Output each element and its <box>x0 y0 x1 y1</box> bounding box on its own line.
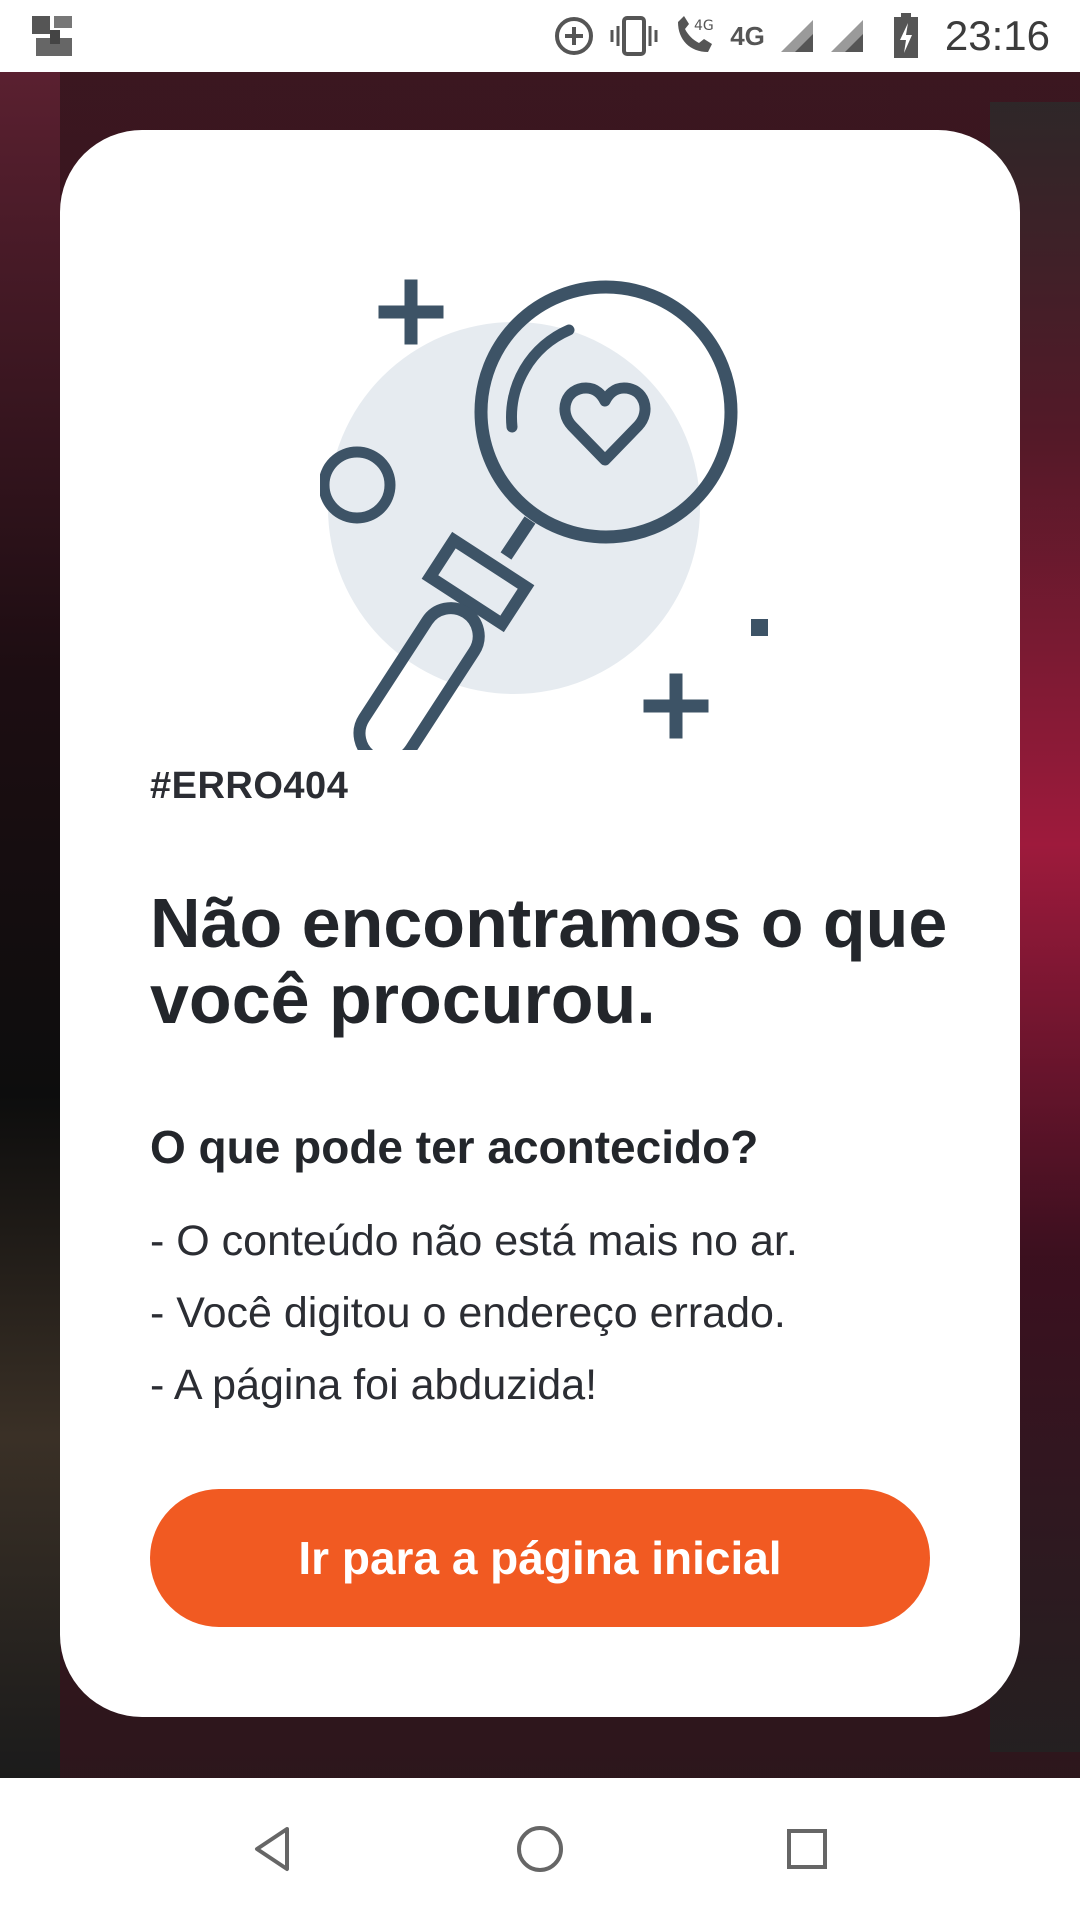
vibrate-icon <box>610 14 658 58</box>
list-item: - A página foi abduzida! <box>150 1361 598 1409</box>
network-type-label: 4G <box>730 20 765 51</box>
signal-icon <box>779 18 815 54</box>
reasons-list: - O conteúdo não está mais no ar. - Você… <box>150 1205 970 1421</box>
recents-button[interactable] <box>762 1804 852 1894</box>
go-home-button[interactable]: Ir para a página inicial <box>150 1489 930 1627</box>
back-icon <box>255 1827 290 1871</box>
home-button[interactable] <box>495 1804 585 1894</box>
battery-charging-icon <box>893 13 919 59</box>
call-4g-icon: 4G <box>672 14 716 58</box>
error-dialog: #ERRO404 Não encontramos o que você proc… <box>60 130 1020 1717</box>
app-notification-icon <box>30 12 78 60</box>
data-saver-icon <box>552 14 596 58</box>
navigation-bar <box>0 1778 1080 1920</box>
clock: 23:16 <box>944 12 1050 59</box>
page-title: Não encontramos o que você procurou. <box>150 884 948 1038</box>
svg-text:4G: 4G <box>694 18 714 34</box>
signal-icon <box>829 18 865 54</box>
status-bar: 4G 4G 23:16 <box>0 0 1080 72</box>
section-heading: O que pode ter acontecido? <box>150 1121 759 1173</box>
list-item: - Você digitou o endereço errado. <box>150 1289 786 1337</box>
list-item: - O conteúdo não está mais no ar. <box>150 1217 798 1265</box>
home-icon <box>516 1826 563 1872</box>
recents-icon <box>786 1829 827 1869</box>
magnifying-glass-heart-icon <box>320 279 768 750</box>
error-code: #ERRO404 <box>150 765 349 807</box>
back-button[interactable] <box>228 1804 318 1894</box>
background-left-strip <box>0 72 60 1778</box>
